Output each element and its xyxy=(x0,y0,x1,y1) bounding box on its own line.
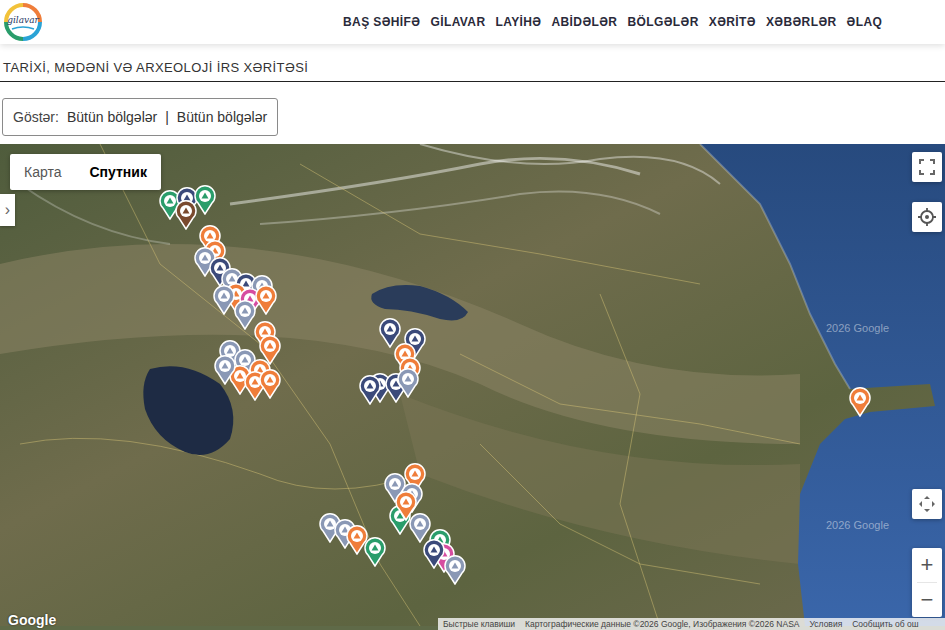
map-pin-icon xyxy=(194,185,216,215)
zoom-out-button[interactable]: − xyxy=(912,583,942,617)
attribution-item[interactable]: Картографические данные ©2026 Google, Из… xyxy=(520,618,804,630)
map-pin[interactable] xyxy=(423,539,445,569)
map-pin[interactable] xyxy=(175,200,197,230)
map-pin-icon xyxy=(409,513,431,543)
map-type-control: КартаСпутник xyxy=(10,154,161,190)
site-header: gilavar BAŞ SƏHİFƏ GİLAVAR LAYİHƏ ABİDƏLƏR BÖ… xyxy=(0,0,945,44)
map-pin-icon xyxy=(395,491,417,521)
locate-button[interactable] xyxy=(912,202,942,232)
zoom-control: +− xyxy=(912,548,942,617)
map-watermark: 2026 Google xyxy=(826,519,889,531)
zoom-separator xyxy=(917,582,937,583)
map-pin[interactable] xyxy=(379,318,401,348)
map-pin[interactable] xyxy=(444,555,466,585)
map[interactable]: 2026 Google 2026 Google КартаСпутник › +− Goo… xyxy=(0,144,945,630)
attribution-item[interactable]: Быстрые клавиши xyxy=(438,618,520,630)
fullscreen-icon xyxy=(918,158,936,176)
map-pin-icon xyxy=(444,555,466,585)
filter-separator: | xyxy=(165,109,169,125)
nav-item[interactable]: ƏLAQ xyxy=(847,15,883,29)
nav-item[interactable]: ABİDƏLƏR xyxy=(551,15,617,29)
nav-item[interactable]: XƏBƏRLƏR xyxy=(766,15,837,29)
map-pin[interactable] xyxy=(364,537,386,567)
main-nav: BAŞ SƏHİFƏ GİLAVAR LAYİHƏ ABİDƏLƏR BÖLGƏLƏR X… xyxy=(343,15,945,29)
attribution-item[interactable]: Сообщить об ош xyxy=(847,618,923,630)
nav-item[interactable]: XƏRİTƏ xyxy=(709,15,756,29)
filter-value[interactable]: Bütün bölgələr xyxy=(177,109,267,125)
map-pin[interactable] xyxy=(194,185,216,215)
map-pin[interactable] xyxy=(213,285,235,315)
site-logo[interactable]: gilavar xyxy=(3,2,43,42)
map-pin[interactable] xyxy=(397,368,419,398)
map-pin[interactable] xyxy=(849,387,871,417)
map-pin-icon xyxy=(213,285,235,315)
map-pin-icon xyxy=(214,355,236,385)
map-pin[interactable] xyxy=(409,513,431,543)
nav-item[interactable]: BAŞ SƏHİFƏ xyxy=(343,15,420,29)
map-pin[interactable] xyxy=(359,375,381,405)
crosshair-icon xyxy=(917,207,937,227)
map-pin-icon xyxy=(255,285,277,315)
map-type-tab[interactable]: Карта xyxy=(10,154,75,190)
map-type-tab[interactable]: Спутник xyxy=(75,154,160,190)
satellite-imagery xyxy=(0,144,945,626)
map-pin-icon xyxy=(234,300,256,330)
map-pin-icon xyxy=(397,368,419,398)
page-title: TARİXİ, MƏDƏNİ VƏ ARXEOLOJİ İRS XƏRİTƏSİ xyxy=(0,44,945,82)
zoom-in-button[interactable]: + xyxy=(912,548,942,582)
map-pin[interactable] xyxy=(214,355,236,385)
nav-item[interactable]: LAYİHƏ xyxy=(495,15,541,29)
map-pin[interactable] xyxy=(234,300,256,330)
map-pin-icon xyxy=(364,537,386,567)
map-pin-icon xyxy=(849,387,871,417)
nav-item[interactable]: GİLAVAR xyxy=(430,15,485,29)
attribution-item[interactable]: Условия xyxy=(805,618,848,630)
sidebar-toggle[interactable]: › xyxy=(0,194,15,226)
map-attribution: Быстрые клавишиКартографические данные ©… xyxy=(438,618,945,630)
map-pin-icon xyxy=(175,200,197,230)
map-pin[interactable] xyxy=(395,491,417,521)
map-watermark: 2026 Google xyxy=(826,322,889,334)
filter-value[interactable]: Bütün bölgələr xyxy=(67,109,157,125)
logo-text: gilavar xyxy=(3,15,43,25)
filter-label: Göstər: xyxy=(13,109,59,125)
map-pin-icon xyxy=(379,318,401,348)
google-logo[interactable]: Google xyxy=(8,612,56,628)
map-pin-icon xyxy=(423,539,445,569)
map-pin-icon xyxy=(259,369,281,399)
region-filter[interactable]: Göstər: Bütün bölgələr | Bütün bölgələr xyxy=(2,98,278,136)
nav-item[interactable]: BÖLGƏLƏR xyxy=(627,15,698,29)
filter-row: Göstər: Bütün bölgələr | Bütün bölgələr xyxy=(0,82,945,136)
map-pin[interactable] xyxy=(255,285,277,315)
map-pin-icon xyxy=(359,375,381,405)
map-pin[interactable] xyxy=(259,369,281,399)
fullscreen-button[interactable] xyxy=(912,152,942,182)
pan-control[interactable] xyxy=(912,489,942,519)
pan-arrows-icon xyxy=(917,494,937,514)
